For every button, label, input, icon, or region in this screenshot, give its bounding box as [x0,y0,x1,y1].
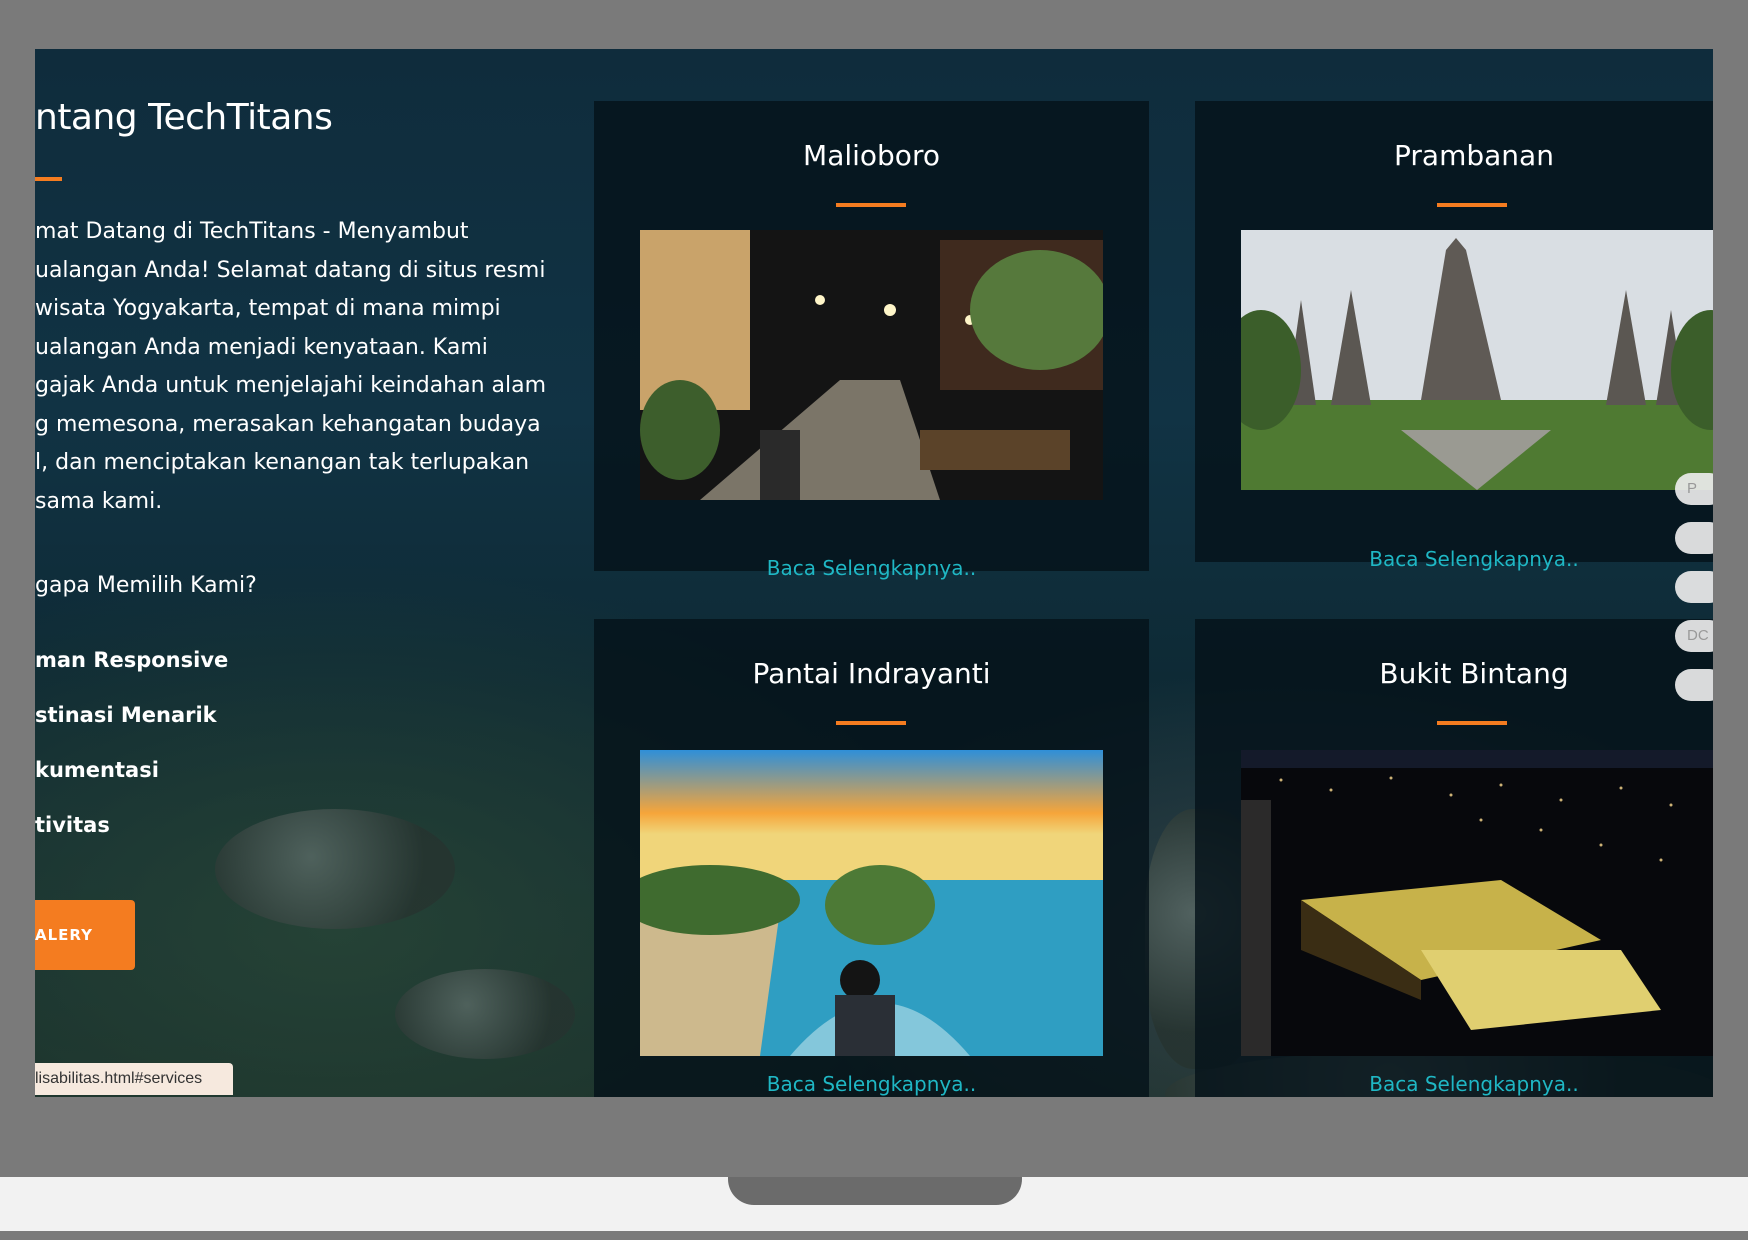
read-more-link[interactable]: Baca Selengkapnya.. [594,556,1149,580]
feature-item: kumentasi [35,758,159,782]
why-choose-us-heading: gapa Memilih Kami? [35,573,257,598]
read-more-link[interactable]: Baca Selengkapnya.. [594,1072,1149,1096]
about-intro-text: mat Datang di TechTitans - Menyambut ual… [35,219,547,514]
pantai-indrayanti-photo [640,750,1103,1056]
card-title: Pantai Indrayanti [752,657,991,690]
bukit-bintang-photo [1241,750,1713,1056]
card-title: Malioboro [803,139,940,172]
about-section: ntang TechTitans mat Datang di TechTitan… [35,49,575,1097]
feature-item: man Responsive [35,648,229,672]
card-title-underline [1437,203,1507,207]
browser-viewport: ntang TechTitans mat Datang di TechTitan… [35,49,1713,1097]
malioboro-photo [640,230,1103,500]
feature-list: man Responsive stinasi Menarik kumentasi… [35,647,228,867]
card-title-underline [836,203,906,207]
floating-pill[interactable]: P [1675,473,1713,505]
about-title: ntang TechTitans [35,97,333,138]
read-more-link[interactable]: Baca Selengkapnya.. [1199,1072,1713,1096]
floating-pill[interactable] [1675,669,1713,701]
destination-card-bukit-bintang: Bukit Bintang Baca Selengkapnya.. [1195,619,1713,1097]
about-title-underline [35,177,62,181]
card-title: Bukit Bintang [1379,657,1569,690]
prambanan-photo [1241,230,1713,490]
floating-pill[interactable] [1675,522,1713,554]
destination-card-pantai-indrayanti: Pantai Indrayanti Baca Selengkapnya.. [594,619,1149,1097]
galery-button[interactable]: ALERY [35,900,135,970]
laptop-bottom-edge [0,1231,1748,1240]
read-more-link[interactable]: Baca Selengkapnya.. [1199,547,1713,571]
card-title-underline [836,721,906,725]
card-title: Prambanan [1394,139,1554,172]
card-title-underline [1437,721,1507,725]
feature-item: tivitas [35,813,110,837]
feature-item: stinasi Menarik [35,703,217,727]
destination-card-malioboro: Malioboro Baca Selengkapnya.. [594,101,1149,580]
destination-card-prambanan: Prambanan Baca Selengkapnya.. [1195,101,1713,571]
floating-pill[interactable] [1675,571,1713,603]
status-bar-url: lisabilitas.html#services [35,1063,233,1095]
floating-pill[interactable]: DC [1675,620,1713,652]
laptop-notch [728,1177,1022,1205]
